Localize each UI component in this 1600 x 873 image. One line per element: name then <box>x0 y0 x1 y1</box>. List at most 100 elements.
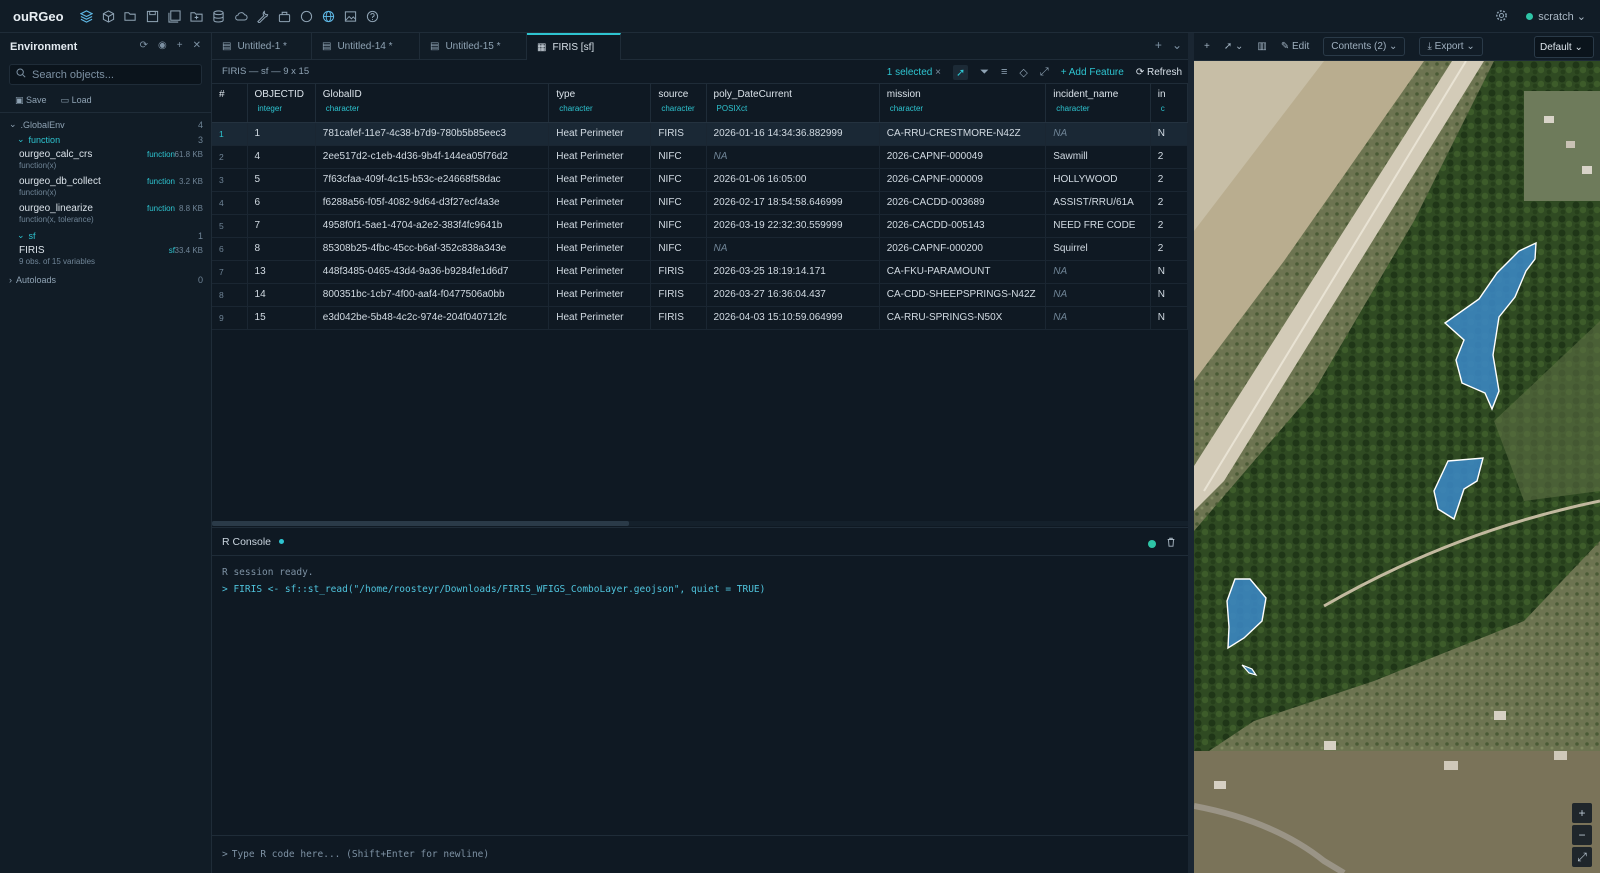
table-cell[interactable]: Heat Perimeter <box>548 168 652 192</box>
table-cell[interactable]: 6 <box>247 191 316 215</box>
help-icon[interactable] <box>362 5 384 27</box>
table-cell[interactable]: 2026-03-27 16:36:04.437 <box>706 283 880 307</box>
add-feature-button[interactable]: + Add Feature <box>1061 67 1124 78</box>
filter-icon[interactable]: ⏷ <box>980 66 989 79</box>
sort-filter-icon[interactable]: ≡ <box>1001 66 1007 78</box>
workspace-selector[interactable]: scratch ⌄ <box>1526 10 1586 23</box>
table-cell[interactable]: NIFC <box>650 191 707 215</box>
column-header[interactable]: poly_DateCurrent POSIXct <box>706 84 880 123</box>
table-cell[interactable]: 85308b25-4fbc-45cc-b6af-352c838a343e <box>315 237 550 261</box>
row-index[interactable]: 1 <box>212 122 248 146</box>
column-header[interactable]: mission character <box>879 84 1047 123</box>
tab-firis-sf[interactable]: ▦ FIRIS [sf] <box>527 33 621 60</box>
table-row[interactable]: 8 14 800351bc-1cb7-4f00-aaf4-f0477506a0bb H… <box>212 283 1188 307</box>
search-input[interactable] <box>32 68 192 81</box>
row-index[interactable]: 2 <box>212 145 248 169</box>
env-object-ourgeo-db-collect[interactable]: ourgeo_db_collect function(x) function 3… <box>0 174 211 201</box>
satellite-map[interactable] <box>1193 60 1600 873</box>
table-cell[interactable]: 2026-01-16 14:34:36.882999 <box>706 122 880 146</box>
refresh-icon[interactable]: ⟳ <box>140 40 148 51</box>
column-header[interactable]: type character <box>548 84 652 123</box>
folder-open-icon[interactable] <box>120 5 142 27</box>
table-cell[interactable]: f6288a56-f05f-4082-9d64-d3f27ecf4a3e <box>315 191 550 215</box>
row-index[interactable]: 5 <box>212 214 248 238</box>
table-cell[interactable]: 2026-01-06 16:05:00 <box>706 168 880 192</box>
zoom-out-button[interactable]: − <box>1572 825 1592 845</box>
table-cell[interactable]: 2026-CAPNF-000049 <box>879 145 1047 169</box>
table-cell[interactable]: NA <box>1045 260 1151 284</box>
cloud-icon[interactable] <box>230 5 252 27</box>
tab-untitled-15[interactable]: ▤ Untitled-15 * <box>420 33 527 60</box>
table-cell[interactable]: NIFC <box>650 145 707 169</box>
table-cell[interactable]: 2026-CACDD-003689 <box>879 191 1047 215</box>
table-cell[interactable]: NA <box>1045 306 1151 330</box>
map-add-icon[interactable]: + <box>1204 41 1210 52</box>
circle-icon[interactable] <box>296 5 318 27</box>
row-index[interactable]: 7 <box>212 260 248 284</box>
folder-icon[interactable] <box>186 5 208 27</box>
load-env-button[interactable]: ▭ Load <box>61 95 92 106</box>
env-object-firis[interactable]: FIRIS 9 obs. of 15 variables sf 33.4 KB <box>0 243 211 270</box>
table-row[interactable]: 1 1 781cafef-11e7-4c38-b7d9-780b5b85eec3 He… <box>212 122 1188 146</box>
column-header[interactable]: # <box>212 84 248 123</box>
table-cell[interactable]: Heat Perimeter <box>548 191 652 215</box>
tree-global-env[interactable]: ⌄ .GlobalEnv 4 <box>0 117 211 132</box>
tab-untitled-1[interactable]: ▤ Untitled-1 * <box>212 33 312 60</box>
save-icon[interactable] <box>142 5 164 27</box>
table-cell[interactable]: 4 <box>247 145 316 169</box>
table-cell[interactable]: CA-RRU-CRESTMORE-N42Z <box>879 122 1047 146</box>
table-cell[interactable]: 2026-04-03 15:10:59.064999 <box>706 306 880 330</box>
table-cell[interactable]: NA <box>1045 122 1151 146</box>
map-book-icon[interactable]: ▥ <box>1257 41 1266 52</box>
row-index[interactable]: 3 <box>212 168 248 192</box>
table-row[interactable]: 3 5 7f63cfaa-409f-4c15-b53c-e24668f58dac He… <box>212 168 1188 192</box>
save-env-button[interactable]: ▣ Save <box>15 95 47 106</box>
table-cell[interactable]: Heat Perimeter <box>548 260 652 284</box>
zoom-to-icon[interactable]: ◇ <box>1019 66 1027 79</box>
table-cell[interactable]: 2 <box>1150 214 1188 238</box>
trash-icon[interactable] <box>1166 537 1176 550</box>
table-cell[interactable]: Heat Perimeter <box>548 306 652 330</box>
scrollbar-thumb[interactable] <box>212 521 629 526</box>
table-cell[interactable]: 2 <box>1150 168 1188 192</box>
table-cell[interactable]: NEED FRE CODE <box>1045 214 1151 238</box>
map-select-tool-icon[interactable]: ➚ ⌄ <box>1224 41 1244 52</box>
table-cell[interactable]: HOLLYWOOD <box>1045 168 1151 192</box>
table-cell[interactable]: 15 <box>247 306 316 330</box>
table-row[interactable]: 6 8 85308b25-4fbc-45cc-b6af-352c838a343e He… <box>212 237 1188 261</box>
row-index[interactable]: 4 <box>212 191 248 215</box>
table-cell[interactable]: 2 <box>1150 191 1188 215</box>
contents-button[interactable]: Contents (2) ⌄ <box>1323 37 1406 56</box>
tab-untitled-14[interactable]: ▤ Untitled-14 * <box>312 33 420 60</box>
column-header[interactable]: incident_name character <box>1045 84 1151 123</box>
table-cell[interactable]: Heat Perimeter <box>548 145 652 169</box>
globe-icon[interactable] <box>318 5 340 27</box>
tree-autoloads[interactable]: › Autoloads 0 <box>0 272 211 287</box>
map-canvas[interactable]: + − ⤢ <box>1193 60 1600 873</box>
table-cell[interactable]: CA-FKU-PARAMOUNT <box>879 260 1047 284</box>
clear-selection-icon[interactable]: × <box>935 67 941 78</box>
fullscreen-icon[interactable]: ⤢ <box>1572 847 1592 867</box>
layers-icon[interactable] <box>76 5 98 27</box>
column-header[interactable]: OBJECTID integer <box>247 84 316 123</box>
plus-icon[interactable]: + <box>177 40 183 51</box>
table-row[interactable]: 5 7 4958f0f1-5ae1-4704-a2e2-383f4fc9641b He… <box>212 214 1188 238</box>
table-row[interactable]: 2 4 2ee517d2-c1eb-4d36-9b4f-144ea05f76d2 He… <box>212 145 1188 169</box>
table-cell[interactable]: 13 <box>247 260 316 284</box>
table-cell[interactable]: NA <box>706 237 880 261</box>
table-cell[interactable]: N <box>1150 122 1188 146</box>
eye-icon[interactable]: ◉ <box>158 40 167 51</box>
table-row[interactable]: 9 15 e3d042be-5b48-4c2c-974e-204f040712fc H… <box>212 306 1188 330</box>
console-input-area[interactable]: > <box>212 835 1188 873</box>
search-box[interactable] <box>9 64 202 85</box>
table-cell[interactable]: 2026-02-17 18:54:58.646999 <box>706 191 880 215</box>
table-cell[interactable]: 800351bc-1cb7-4f00-aaf4-f0477506a0bb <box>315 283 550 307</box>
table-row[interactable]: 7 13 448f3485-0465-43d4-9a36-b9284fe1d6d7 H… <box>212 260 1188 284</box>
table-cell[interactable]: NIFC <box>650 168 707 192</box>
database-icon[interactable] <box>208 5 230 27</box>
table-cell[interactable]: CA-RRU-SPRINGS-N50X <box>879 306 1047 330</box>
package-icon[interactable] <box>274 5 296 27</box>
table-cell[interactable]: N <box>1150 260 1188 284</box>
table-cell[interactable]: 5 <box>247 168 316 192</box>
table-cell[interactable]: 7 <box>247 214 316 238</box>
